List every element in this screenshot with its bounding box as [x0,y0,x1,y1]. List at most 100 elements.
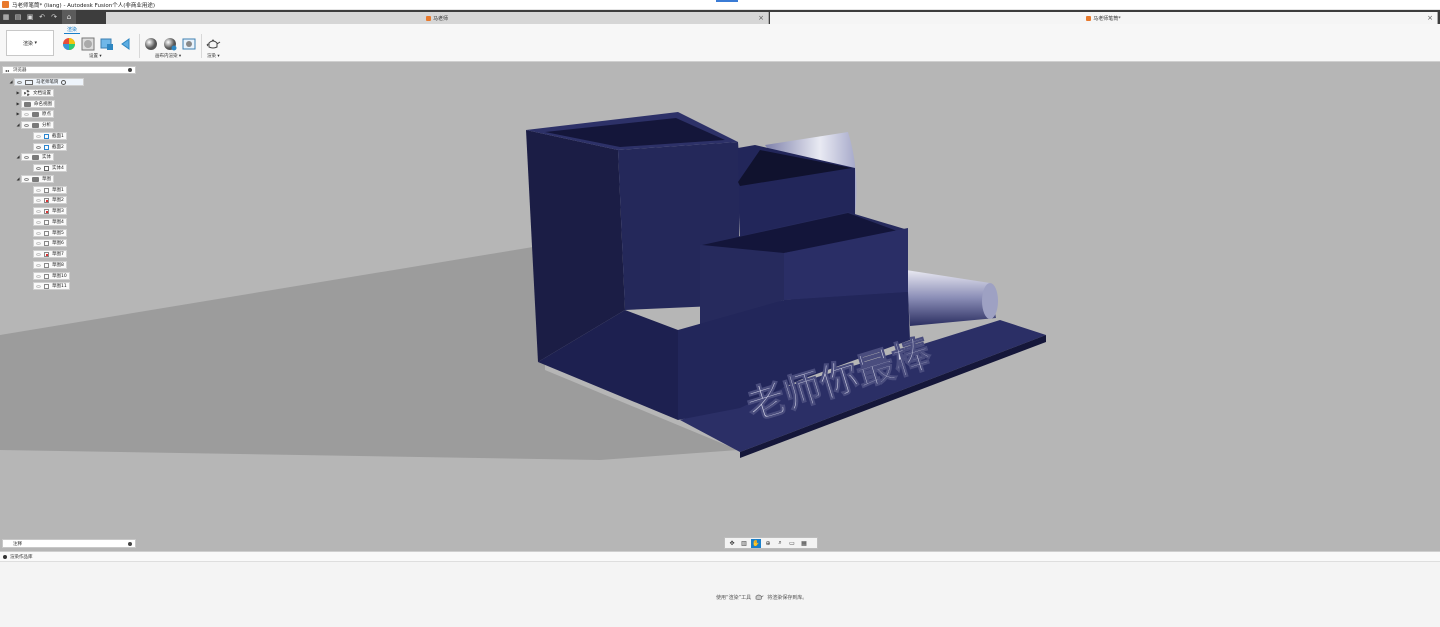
tree-item-sketch[interactable]: 草图5 [33,229,67,237]
tree-item-box: 文档设置 [21,89,54,97]
fit-icon[interactable]: ⌕ [775,539,785,548]
group-label-setup[interactable]: 设置 ▾ [89,53,102,59]
collapse-panel-icon[interactable]: ◂◂ [5,68,9,73]
divider [139,34,140,58]
visibility-eye-icon[interactable] [36,166,41,170]
visibility-eye-icon[interactable] [36,274,41,278]
visibility-eye-icon[interactable] [24,112,29,116]
tree-item-named-views[interactable]: 命名视图 [15,100,55,108]
tree-item-sketch[interactable]: 草图10 [33,272,70,280]
tree-item-sketch[interactable]: 草图8 [33,261,67,269]
render-gallery-header[interactable]: 渲染作品库 [0,552,1440,562]
visibility-eye-icon[interactable] [36,198,41,202]
add-comment-icon[interactable] [128,542,132,546]
tree-item-sketch[interactable]: 草图11 [33,282,70,290]
tree-root[interactable]: 马老师笔筒 [8,78,84,86]
tree-item-document-settings[interactable]: 文档设置 [15,89,54,97]
appearance-button[interactable] [61,36,76,51]
visibility-eye-icon[interactable] [36,188,41,192]
decal-icon [120,37,129,50]
tab-document-2[interactable]: 马老师笔筒* × [770,12,1438,24]
visibility-eye-icon[interactable] [17,80,22,84]
capture-image-icon [182,38,195,49]
tree-item-body-4[interactable]: 实体4 [33,164,67,172]
save-icon[interactable]: ▣ [24,10,36,24]
3d-viewport[interactable]: 老师你最棒 [0,62,1440,551]
visibility-eye-icon[interactable] [36,231,41,235]
tree-item-section-1[interactable]: 截面1 [33,132,67,140]
close-tab-icon[interactable]: × [1427,14,1433,22]
tree-item-box: 命名视图 [21,100,55,108]
capture-image-button[interactable] [181,36,196,51]
tree-item-analysis[interactable]: 分析 [15,121,54,129]
gallery-pin-icon[interactable] [3,554,7,559]
pin-panel-icon[interactable] [128,68,132,72]
sketch-icon [44,219,49,225]
look-at-icon[interactable]: ▥ [739,539,749,548]
body-icon [44,165,49,171]
tree-item-sketch[interactable]: 草图7 [33,250,67,258]
file-menu-icon[interactable]: ▤ [12,10,24,24]
render-button[interactable] [206,36,221,51]
visibility-eye-icon[interactable] [36,252,41,256]
visibility-eye-icon[interactable] [24,123,29,127]
visibility-eye-icon[interactable] [36,145,41,149]
section-analysis-icon [44,144,49,150]
incanvas-render-settings-button[interactable] [162,36,177,51]
display-settings-icon[interactable]: ▭ [787,539,797,548]
tree-item-box: 分析 [21,121,54,129]
gallery-title: 渲染作品库 [10,554,33,560]
tree-item-sketch[interactable]: 草图2 [33,196,67,204]
close-tab-icon[interactable]: × [758,14,764,22]
sphere-settings-icon [163,37,176,50]
grid-settings-icon[interactable]: ▦ [799,539,809,548]
orbit-icon[interactable]: ✥ [727,539,737,548]
visibility-eye-icon[interactable] [36,220,41,224]
browser-panel-header[interactable]: ◂◂ 浏览器 [2,66,136,74]
tree-item-box: 实体 [21,153,54,161]
tree-item-sketches[interactable]: 草图 [15,175,54,183]
visibility-eye-icon[interactable] [36,263,41,267]
visibility-eye-icon[interactable] [36,134,41,138]
tree-item-box: 草图 [21,175,54,183]
tree-item-section-2[interactable]: 截面2 [33,143,67,151]
document-icon [425,15,431,21]
home-icon[interactable]: ⌂ [62,10,76,24]
folder-icon [32,154,39,160]
pen-holder-model[interactable]: 老师你最棒 [0,62,1440,551]
tree-item-sketch[interactable]: 草图6 [33,239,67,247]
visibility-eye-icon[interactable] [36,241,41,245]
decal-button[interactable] [118,36,133,51]
divider [201,34,202,58]
zoom-icon[interactable]: ⊕ [763,539,773,548]
tree-item-box: 实体4 [33,164,67,172]
redo-icon[interactable]: ↷ [48,10,60,24]
undo-icon[interactable]: ↶ [36,10,48,24]
tree-item-origin[interactable]: 原点 [15,110,54,118]
incanvas-render-button[interactable] [143,36,158,51]
visibility-eye-icon[interactable] [36,209,41,213]
group-label-incanvas[interactable]: 画布内渲染 ▾ [155,53,181,59]
tree-item-sketch[interactable]: 草图1 [33,186,67,194]
texture-map-button[interactable] [99,36,114,51]
sphere-render-icon [144,37,157,50]
sketch-icon [44,273,49,279]
toolbar-ribbon: 渲染 ▾ 渲染 设置 ▾ 画布内渲染 ▾ 渲染 ▾ [0,24,1440,62]
tab-document-1[interactable]: 马老师 × [106,12,769,24]
visibility-eye-icon[interactable] [36,284,41,288]
visibility-eye-icon[interactable] [24,177,29,181]
activate-component-icon[interactable] [60,79,66,85]
sketch-icon [44,197,49,203]
workspace-switcher[interactable]: 渲染 ▾ [6,30,54,56]
pan-icon[interactable]: ✋ [751,538,761,548]
sketch-icon [44,187,49,193]
group-label-render[interactable]: 渲染 ▾ [207,53,220,59]
data-panel-grid-icon[interactable]: ▦ [0,10,12,24]
tree-item-bodies[interactable]: 实体 [15,153,54,161]
comments-panel-header[interactable]: 注释 [2,539,136,548]
tree-item-sketch[interactable]: 草图4 [33,218,67,226]
tab-render[interactable]: 渲染 [64,26,81,34]
scene-settings-button[interactable] [80,36,95,51]
visibility-eye-icon[interactable] [24,155,29,159]
tree-item-sketch[interactable]: 草图3 [33,207,67,215]
